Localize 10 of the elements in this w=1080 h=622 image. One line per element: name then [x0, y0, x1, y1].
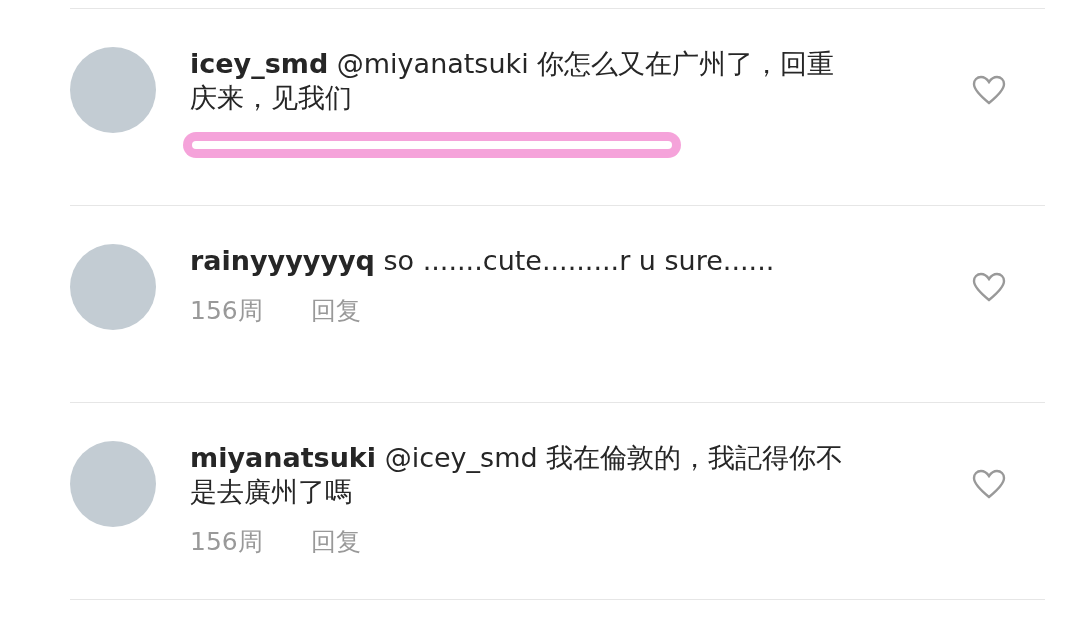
heart-icon[interactable]: [972, 75, 1006, 105]
comment-time: 156周: [190, 526, 263, 559]
comment-time: 156周: [190, 295, 263, 328]
heart-icon[interactable]: [972, 469, 1006, 499]
comment-text: icey_smd @miyanatsuki 你怎么又在广州了，回重庆来，见我们: [190, 47, 836, 115]
reply-link[interactable]: 回复: [310, 523, 361, 561]
comment-text: rainyyyyyyq so .......cute.........r u sure......: [190, 244, 776, 278]
reply-link[interactable]: 回复: [310, 292, 361, 330]
comment-text: miyanatsuki @icey_smd 我在倫敦的，我記得你不是去廣州了嗎: [190, 441, 845, 509]
heart-icon[interactable]: [972, 272, 1006, 302]
